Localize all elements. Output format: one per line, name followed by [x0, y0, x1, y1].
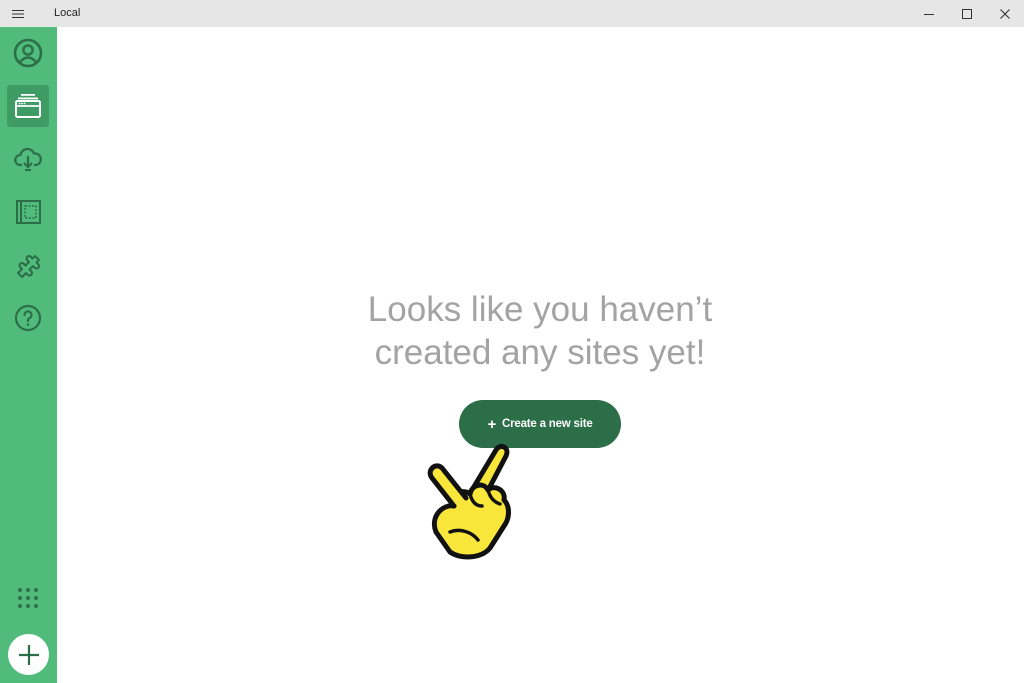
close-icon: [1000, 8, 1010, 19]
window-title: Local: [54, 7, 81, 19]
sidebar-item-connect[interactable]: [7, 138, 49, 180]
hamburger-icon: [12, 9, 24, 18]
apps-grid-button[interactable]: [14, 584, 42, 612]
minimize-icon: [924, 13, 934, 15]
sidebar-item-help[interactable]: [7, 297, 49, 339]
title-bar: Local: [0, 0, 1024, 27]
create-plus-icon: +: [487, 415, 496, 433]
browser-window-icon: [15, 94, 41, 118]
empty-state-line-1: Looks like you haven’t: [367, 290, 713, 329]
plus-icon: [18, 644, 39, 665]
minimize-button[interactable]: [910, 0, 948, 27]
cloud-download-icon: [14, 147, 42, 171]
sidebar-item-sites[interactable]: [7, 85, 49, 127]
hamburger-menu-button[interactable]: [6, 0, 30, 27]
close-button[interactable]: [986, 0, 1024, 27]
sidebar-item-blueprints[interactable]: [7, 191, 49, 233]
maximize-button[interactable]: [948, 0, 986, 27]
blueprint-icon: [16, 200, 41, 224]
sidebar: [0, 27, 57, 683]
question-circle-icon: [14, 304, 42, 332]
add-site-button[interactable]: [8, 634, 49, 675]
sidebar-item-account[interactable]: [7, 32, 49, 74]
pointing-hand-icon: [427, 443, 511, 560]
create-new-site-label: Create a new site: [502, 418, 593, 430]
sidebar-item-addons[interactable]: [7, 244, 49, 286]
maximize-icon: [962, 8, 972, 19]
dots-grid-icon: [18, 588, 38, 608]
empty-state-heading: Looks like you haven’t created any sites…: [300, 288, 780, 374]
puzzle-icon: [17, 255, 40, 278]
empty-state-line-2: created any sites yet!: [374, 333, 706, 372]
user-circle-icon: [13, 38, 43, 68]
